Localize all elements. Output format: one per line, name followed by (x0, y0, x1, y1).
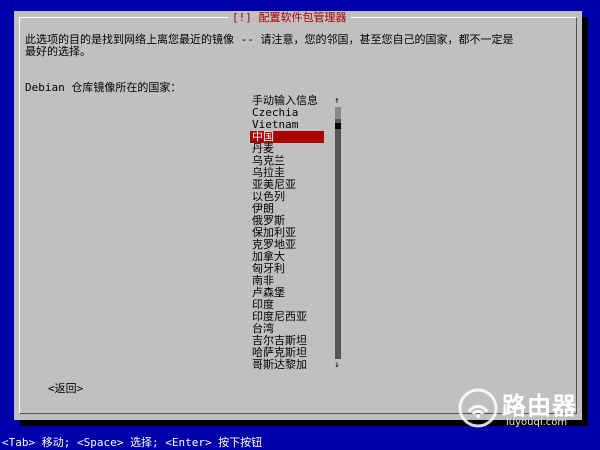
scroll-thumb[interactable] (335, 123, 341, 129)
back-button[interactable]: <返回> (48, 383, 83, 395)
country-list[interactable]: 手动输入信息 Czechia Vietnam 中国 丹麦 乌克兰 乌拉圭 亚美尼亚 以色列 伊朗俄… (250, 95, 324, 371)
list-prompt: Debian 仓库镜像所在的国家： (25, 81, 182, 94)
scroll-track[interactable] (335, 107, 341, 359)
scroll-down-icon[interactable]: ↓ (332, 359, 342, 371)
watermark-name: 路由器 (502, 392, 577, 420)
dialog-message: 此选项的目的是找到网络上离您最近的镜像 -- 请注意，您的邻国，甚至您自己的国家… (25, 33, 514, 58)
list-scrollbar[interactable]: ↑ ↓ (332, 95, 342, 371)
router-logo-icon (458, 388, 498, 428)
scroll-up-icon[interactable]: ↑ (332, 95, 342, 107)
watermark: 路由器 luyouqi.com (458, 384, 588, 434)
dialog-title: [!] 配置软件包管理器 (228, 11, 351, 25)
status-bar: <Tab> 移动; <Space> 选择; <Enter> 按下按钮 (0, 435, 600, 450)
watermark-url: luyouqi.com (506, 417, 568, 428)
country-list-item[interactable]: 哥斯达黎加 (250, 359, 324, 371)
dialog-window: [!] 配置软件包管理器 此选项的目的是找到网络上离您最近的镜像 -- 请注意，… (14, 11, 582, 420)
scroll-thumb-block[interactable] (335, 107, 341, 119)
